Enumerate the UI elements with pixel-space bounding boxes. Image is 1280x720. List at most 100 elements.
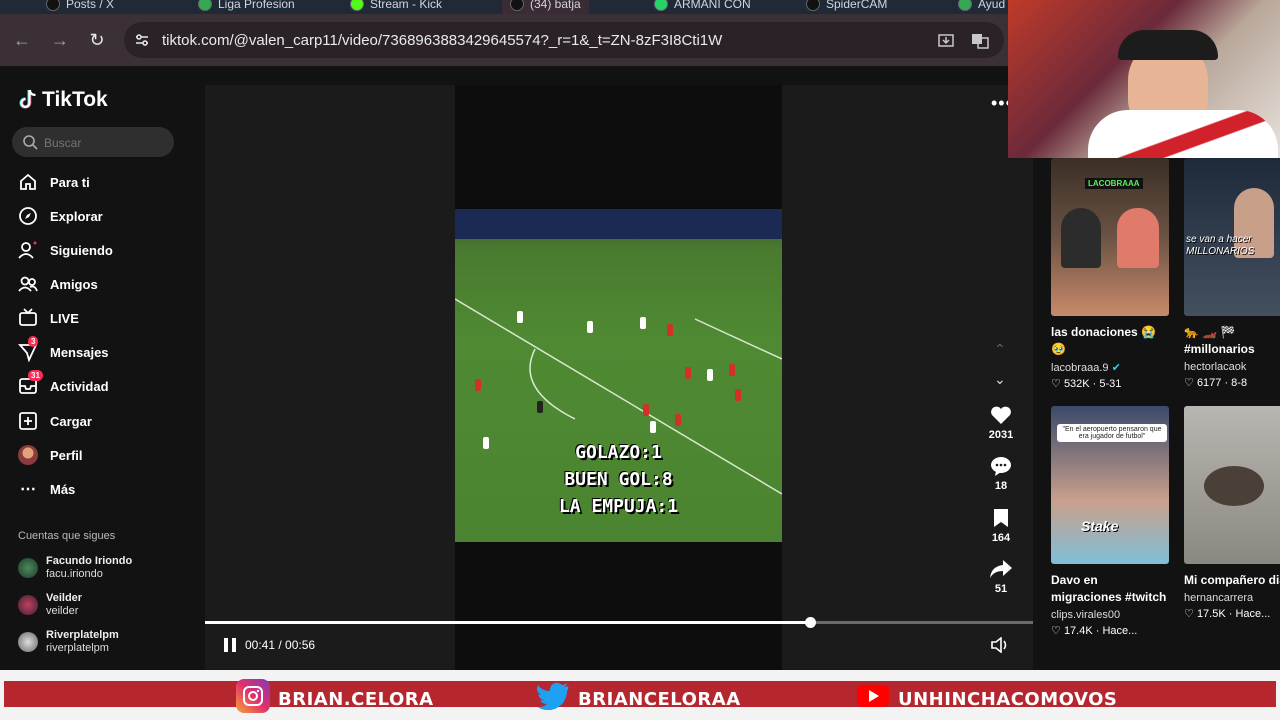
site-settings-icon[interactable] bbox=[134, 32, 150, 48]
youtube-handle: UNHINCHACOMOVOS bbox=[856, 685, 1117, 713]
upload-icon bbox=[18, 411, 38, 431]
tab-label: Posts / X bbox=[66, 0, 115, 11]
banner-strip: BRIAN.CELORA BRIANCELORAA UNHINCHACOMOVO… bbox=[4, 679, 1276, 713]
browser-tab[interactable]: (34) batja bbox=[502, 0, 589, 14]
social-banner: BRIAN.CELORA BRIANCELORAA UNHINCHACOMOVO… bbox=[0, 670, 1280, 720]
share-button[interactable]: 51 bbox=[981, 559, 1021, 595]
tiktok-note-icon bbox=[19, 89, 36, 109]
recommended-card[interactable]: Mi compañero dia hernancarrera ♡ 17.5K ·… bbox=[1184, 406, 1280, 620]
tab-favicon-icon bbox=[958, 0, 972, 11]
card-title: las donaciones 😭 🥹 bbox=[1051, 325, 1156, 356]
player-figure bbox=[707, 369, 713, 381]
card-author: clips.virales00 bbox=[1051, 609, 1121, 621]
nav-actividad[interactable]: 31 Actividad bbox=[18, 370, 109, 398]
translate-icon[interactable] bbox=[970, 32, 990, 52]
card-title: Mi compañero dia bbox=[1184, 573, 1280, 587]
nav-explorar[interactable]: Explorar bbox=[18, 204, 103, 228]
tab-label: Liga Profesion bbox=[218, 0, 295, 11]
instagram-handle: BRIAN.CELORA bbox=[236, 679, 434, 713]
card-stats: 532K · 5-31 bbox=[1063, 378, 1122, 390]
volume-icon[interactable] bbox=[991, 637, 1009, 653]
heart-outline-icon: ♡ bbox=[1184, 377, 1194, 389]
tiktok-sidebar: TikTok Para ti Explorar Siguiendo Amigos… bbox=[0, 66, 205, 670]
nav-amigos[interactable]: Amigos bbox=[18, 272, 98, 296]
account-handle: veilder bbox=[46, 605, 79, 617]
nav-label: Actividad bbox=[50, 378, 109, 394]
tiktok-logo[interactable]: TikTok bbox=[18, 88, 108, 112]
video-thumbnail[interactable] bbox=[1184, 406, 1280, 564]
video-thumbnail[interactable]: se van a hacer MILLONARIOS bbox=[1184, 158, 1280, 316]
nav-siguiendo[interactable]: Siguiendo bbox=[18, 238, 113, 262]
back-arrow-icon[interactable]: ← bbox=[12, 30, 32, 50]
pause-icon[interactable] bbox=[223, 638, 237, 652]
progress-handle[interactable] bbox=[805, 617, 817, 628]
player-figure bbox=[587, 321, 593, 333]
overlay-line: BUEN GOL:8 bbox=[564, 469, 673, 490]
progress-fill bbox=[205, 621, 811, 624]
logo-text: TikTok bbox=[42, 88, 108, 111]
video-text-overlay: GOLAZO:1 BUEN GOL:8 LA EMPUJA:1 bbox=[455, 439, 782, 520]
nav-mas[interactable]: ⋯ Más bbox=[18, 477, 75, 501]
browser-tab[interactable]: ARMANI CON bbox=[654, 0, 751, 14]
nav-para-ti[interactable]: Para ti bbox=[18, 170, 90, 194]
address-bar[interactable]: tiktok.com/@valen_carp11/video/736896388… bbox=[124, 22, 1004, 58]
recommended-card[interactable]: se van a hacer MILLONARIOS 🐆 🏎️ 🏁 #millo… bbox=[1184, 158, 1280, 389]
profile-icon bbox=[18, 445, 38, 465]
tab-favicon-icon bbox=[654, 0, 668, 11]
browser-tab[interactable]: Posts / X bbox=[46, 0, 114, 14]
video-thumbnail[interactable]: "En el aeropuerto pensaron que era jugad… bbox=[1051, 406, 1169, 564]
nav-live[interactable]: LIVE bbox=[18, 306, 79, 330]
avatar bbox=[18, 595, 38, 615]
reload-icon[interactable]: ↻ bbox=[87, 30, 107, 50]
comment-button[interactable]: 18 bbox=[981, 456, 1021, 492]
search-input[interactable] bbox=[42, 127, 171, 159]
video-time: 00:41 / 00:56 bbox=[245, 638, 316, 652]
chevron-up-icon[interactable]: ⌃ bbox=[994, 341, 1006, 358]
nav-label: Siguiendo bbox=[50, 242, 113, 258]
nav-mensajes[interactable]: 3 Mensajes bbox=[18, 336, 109, 364]
nav-label: Más bbox=[50, 481, 76, 497]
player-figure bbox=[735, 389, 741, 401]
install-app-icon[interactable] bbox=[936, 32, 956, 52]
recommended-card[interactable]: LACOBRAAA las donaciones 😭 🥹 lacobraaa.9… bbox=[1051, 158, 1169, 390]
search-icon bbox=[23, 135, 38, 150]
youtube-text: UNHINCHACOMOVOS bbox=[898, 688, 1118, 710]
video-player: GOLAZO:1 BUEN GOL:8 LA EMPUJA:1 ••• ⌃ ⌄ … bbox=[205, 85, 1033, 670]
following-account[interactable]: Facundo Iriondo facu.iriondo bbox=[18, 553, 132, 583]
verified-icon: ✔ bbox=[1111, 362, 1121, 374]
nav-cargar[interactable]: Cargar bbox=[18, 409, 92, 433]
video-thumbnail[interactable]: LACOBRAAA bbox=[1051, 158, 1169, 316]
heart-outline-icon: ♡ bbox=[1051, 625, 1061, 637]
card-stats: 17.4K · Hace... bbox=[1063, 625, 1138, 637]
nav-label: Perfil bbox=[50, 447, 83, 463]
recommended-card[interactable]: "En el aeropuerto pensaron que era jugad… bbox=[1051, 406, 1169, 637]
tab-favicon-icon bbox=[806, 0, 820, 11]
heart-outline-icon: ♡ bbox=[1184, 608, 1194, 620]
browser-tab[interactable]: Ayud bbox=[958, 0, 1005, 14]
video-frame[interactable]: GOLAZO:1 BUEN GOL:8 LA EMPUJA:1 bbox=[455, 209, 782, 542]
like-button[interactable]: 2031 bbox=[981, 405, 1021, 441]
player-figure bbox=[640, 317, 646, 329]
player-figure bbox=[537, 401, 543, 413]
account-name: Riverplatelpm bbox=[46, 629, 119, 641]
following-account[interactable]: Veilder veilder bbox=[18, 590, 82, 620]
thumbnail-caption: "En el aeropuerto pensaron que era jugad… bbox=[1057, 424, 1167, 442]
avatar bbox=[18, 558, 38, 578]
twitter-bird-icon bbox=[536, 679, 570, 713]
player-figure bbox=[517, 311, 523, 323]
tab-favicon-icon bbox=[46, 0, 60, 11]
forward-arrow-icon[interactable]: → bbox=[50, 30, 70, 50]
following-account[interactable]: Riverplatelpm riverplatelpm bbox=[18, 627, 119, 657]
player-figure bbox=[729, 364, 735, 376]
search-box[interactable] bbox=[12, 127, 174, 159]
chevron-down-icon[interactable]: ⌄ bbox=[994, 371, 1006, 388]
thumbnail-caption: LACOBRAAA bbox=[1085, 178, 1143, 189]
browser-tab[interactable]: Liga Profesion bbox=[198, 0, 295, 14]
progress-bar[interactable] bbox=[205, 617, 1033, 628]
nav-perfil[interactable]: Perfil bbox=[18, 443, 83, 467]
browser-tab[interactable]: Stream - Kick bbox=[350, 0, 442, 14]
following-section-title: Cuentas que sigues bbox=[18, 530, 116, 542]
save-button[interactable]: 164 bbox=[981, 508, 1021, 544]
nav-label: LIVE bbox=[50, 310, 79, 326]
browser-tab[interactable]: SpiderCAM bbox=[806, 0, 887, 14]
